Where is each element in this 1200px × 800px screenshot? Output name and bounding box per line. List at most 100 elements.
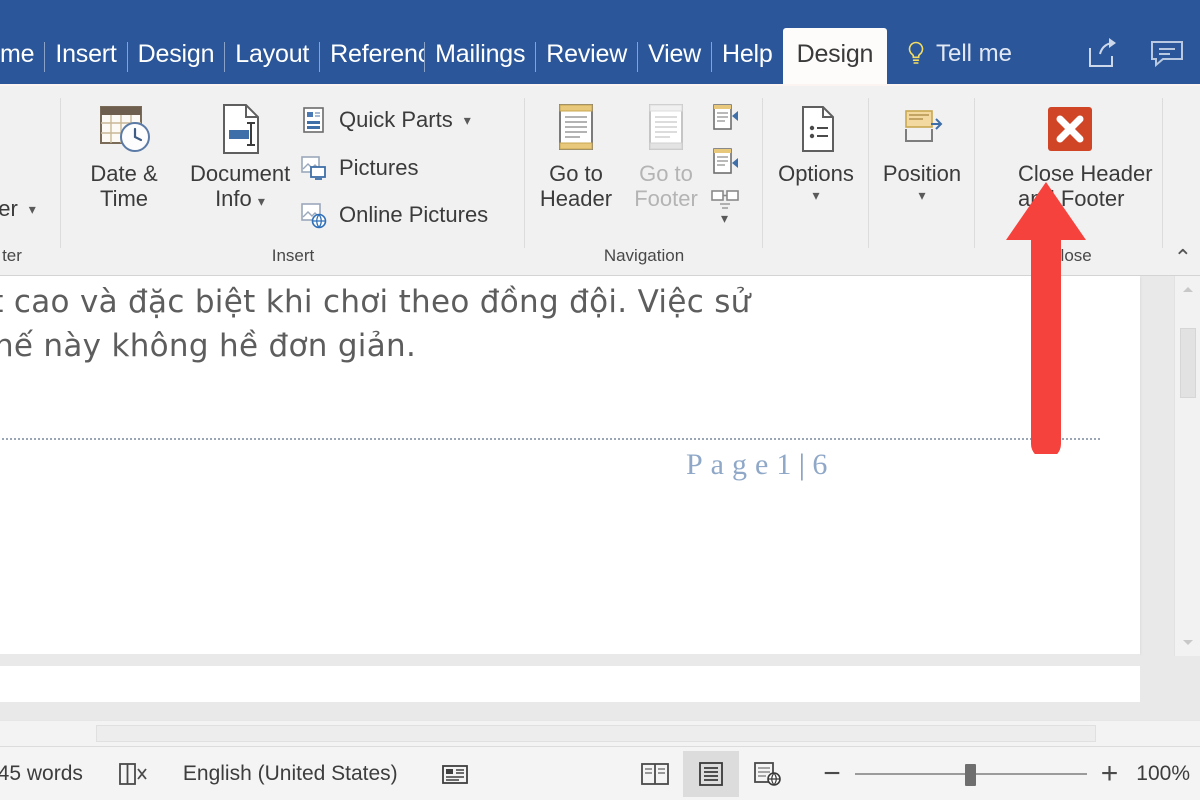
tab-insert[interactable]: Insert bbox=[45, 28, 126, 84]
button-label: Online Pictures bbox=[339, 202, 489, 227]
vertical-scrollbar[interactable] bbox=[1174, 276, 1200, 656]
button-label-line2: Info ▾ bbox=[190, 185, 290, 212]
zoom-slider-thumb[interactable] bbox=[964, 763, 976, 786]
print-layout-view-button[interactable] bbox=[683, 750, 740, 797]
titlebar-icon-group bbox=[1084, 36, 1186, 70]
lightbulb-icon bbox=[906, 41, 926, 67]
web-layout-view-button[interactable] bbox=[739, 751, 795, 797]
button-label: Options bbox=[778, 161, 854, 186]
tell-me-label: Tell me bbox=[936, 40, 1013, 67]
document-canvas[interactable]: ất cao và đặc biệt khi chơi theo đồng độ… bbox=[0, 276, 1200, 746]
close-header-and-footer-button[interactable]: Close Header and Footer bbox=[1018, 96, 1153, 211]
tab-label: Help bbox=[722, 40, 773, 68]
comments-icon[interactable] bbox=[1148, 36, 1186, 70]
ribbon-group-navigation: Go to Header Go to Footer ▾ Navigation bbox=[526, 88, 762, 274]
button-label-line1: Go to bbox=[639, 161, 693, 186]
pictures-icon bbox=[300, 154, 328, 182]
document-body-text: ất cao và đặc biệt khi chơi theo đồng độ… bbox=[0, 280, 1072, 368]
ribbon: ber ▾ ter Date & Time bbox=[0, 84, 1200, 276]
chevron-down-icon: ▾ bbox=[28, 200, 36, 217]
chevron-up-icon[interactable]: ⌃ bbox=[1174, 247, 1192, 269]
go-to-header-button[interactable]: Go to Header bbox=[526, 96, 626, 211]
footer-separator: | bbox=[798, 448, 805, 481]
read-mode-view-button[interactable] bbox=[627, 751, 683, 797]
header-footer-options-button[interactable]: Options ▾ bbox=[766, 96, 866, 204]
chevron-down-icon: ▾ bbox=[721, 210, 729, 226]
document-info-button[interactable]: Document Info ▾ bbox=[190, 96, 290, 211]
horizontal-scrollbar[interactable] bbox=[0, 720, 1200, 746]
tell-me-search[interactable]: Tell me bbox=[906, 40, 1012, 68]
scrollbar-thumb[interactable] bbox=[1180, 328, 1196, 398]
word-count[interactable]: 045 words bbox=[0, 762, 83, 786]
button-label-line1: Close Header bbox=[1018, 161, 1153, 186]
scroll-up-arrow-icon[interactable] bbox=[1180, 282, 1196, 298]
scrollbar-thumb[interactable] bbox=[96, 725, 1096, 742]
status-bar: 045 words English (United States) bbox=[0, 746, 1200, 800]
ribbon-tab-strip: me Insert Design Layout Reference Mailin… bbox=[0, 28, 888, 84]
link-to-previous-button[interactable]: ▾ bbox=[710, 188, 740, 226]
tab-label: me bbox=[0, 40, 35, 68]
tab-label: View bbox=[648, 40, 701, 68]
tab-layout[interactable]: Layout bbox=[225, 28, 319, 84]
ribbon-group-position: Position ▾ bbox=[870, 88, 974, 274]
button-label-line1: Go to bbox=[549, 161, 603, 186]
zoom-level[interactable]: 100% bbox=[1136, 762, 1190, 786]
group-divider bbox=[524, 98, 525, 248]
button-label: Pictures bbox=[339, 155, 419, 180]
document-line-2: Chế này không hề đơn giản. bbox=[0, 328, 417, 365]
share-icon[interactable] bbox=[1084, 36, 1122, 70]
chevron-down-icon: ▾ bbox=[257, 192, 265, 209]
footer-boundary-divider bbox=[0, 438, 1100, 440]
next-section-icon bbox=[713, 148, 738, 174]
position-icon bbox=[872, 96, 972, 162]
tab-label: Reference bbox=[330, 40, 425, 68]
accessibility-icon[interactable] bbox=[440, 760, 470, 788]
online-pictures-button[interactable]: Online Pictures bbox=[300, 201, 488, 229]
button-label-line2: and Footer bbox=[1018, 185, 1125, 211]
previous-section-button[interactable] bbox=[710, 102, 740, 132]
tab-review[interactable]: Review bbox=[536, 28, 637, 84]
page-number-button[interactable]: ber ▾ bbox=[0, 196, 36, 222]
button-label: Position bbox=[882, 161, 962, 186]
tab-mailings[interactable]: Mailings bbox=[425, 28, 535, 84]
language-indicator[interactable]: English (United States) bbox=[183, 762, 398, 786]
chevron-down-icon: ▾ bbox=[918, 186, 926, 203]
position-button[interactable]: Position ▾ bbox=[872, 96, 972, 204]
web-layout-icon bbox=[754, 761, 782, 786]
tab-label: Design bbox=[137, 40, 215, 68]
button-label-line1: Document bbox=[190, 161, 291, 186]
tab-view[interactable]: View bbox=[638, 28, 711, 84]
tab-design[interactable]: Design bbox=[128, 28, 225, 84]
label-text: Info bbox=[215, 185, 252, 211]
pictures-button[interactable]: Pictures bbox=[300, 154, 418, 182]
close-header-footer-icon bbox=[1018, 96, 1122, 162]
zoom-slider[interactable] bbox=[854, 763, 1087, 786]
zoom-in-button[interactable]: + bbox=[1101, 758, 1119, 789]
scroll-down-arrow-icon[interactable] bbox=[1180, 634, 1196, 650]
tab-label: Mailings bbox=[435, 40, 526, 68]
proofing-errors-icon[interactable] bbox=[117, 760, 149, 788]
ribbon-top-edge bbox=[0, 84, 1200, 86]
tab-home[interactable]: me bbox=[0, 28, 44, 84]
previous-section-icon bbox=[713, 104, 738, 130]
quick-parts-icon bbox=[300, 106, 328, 134]
group-divider bbox=[60, 98, 61, 248]
tab-header-footer-design[interactable]: Design bbox=[782, 28, 888, 84]
ribbon-group-label: Insert bbox=[271, 246, 315, 265]
tab-references[interactable]: Reference bbox=[320, 28, 424, 84]
page-footer[interactable]: Page1 | 6 bbox=[686, 448, 827, 482]
go-to-footer-button[interactable]: Go to Footer bbox=[616, 96, 716, 211]
tab-help[interactable]: Help bbox=[712, 28, 783, 84]
date-and-time-button[interactable]: Date & Time bbox=[74, 96, 174, 211]
ribbon-group-options: Options ▾ bbox=[764, 88, 868, 274]
quick-parts-button[interactable]: Quick Parts ▾ bbox=[300, 106, 471, 134]
next-section-button[interactable] bbox=[710, 146, 740, 176]
ribbon-group-header-footer: ber ▾ ter bbox=[0, 88, 60, 274]
chevron-down-icon: ▾ bbox=[812, 186, 820, 203]
button-label: Quick Parts bbox=[339, 107, 453, 132]
group-divider bbox=[974, 98, 975, 248]
group-divider bbox=[868, 98, 869, 248]
ribbon-group-label: Close bbox=[1048, 246, 1092, 265]
footer-page-word: Page bbox=[686, 448, 777, 481]
zoom-out-button[interactable]: − bbox=[823, 758, 841, 789]
